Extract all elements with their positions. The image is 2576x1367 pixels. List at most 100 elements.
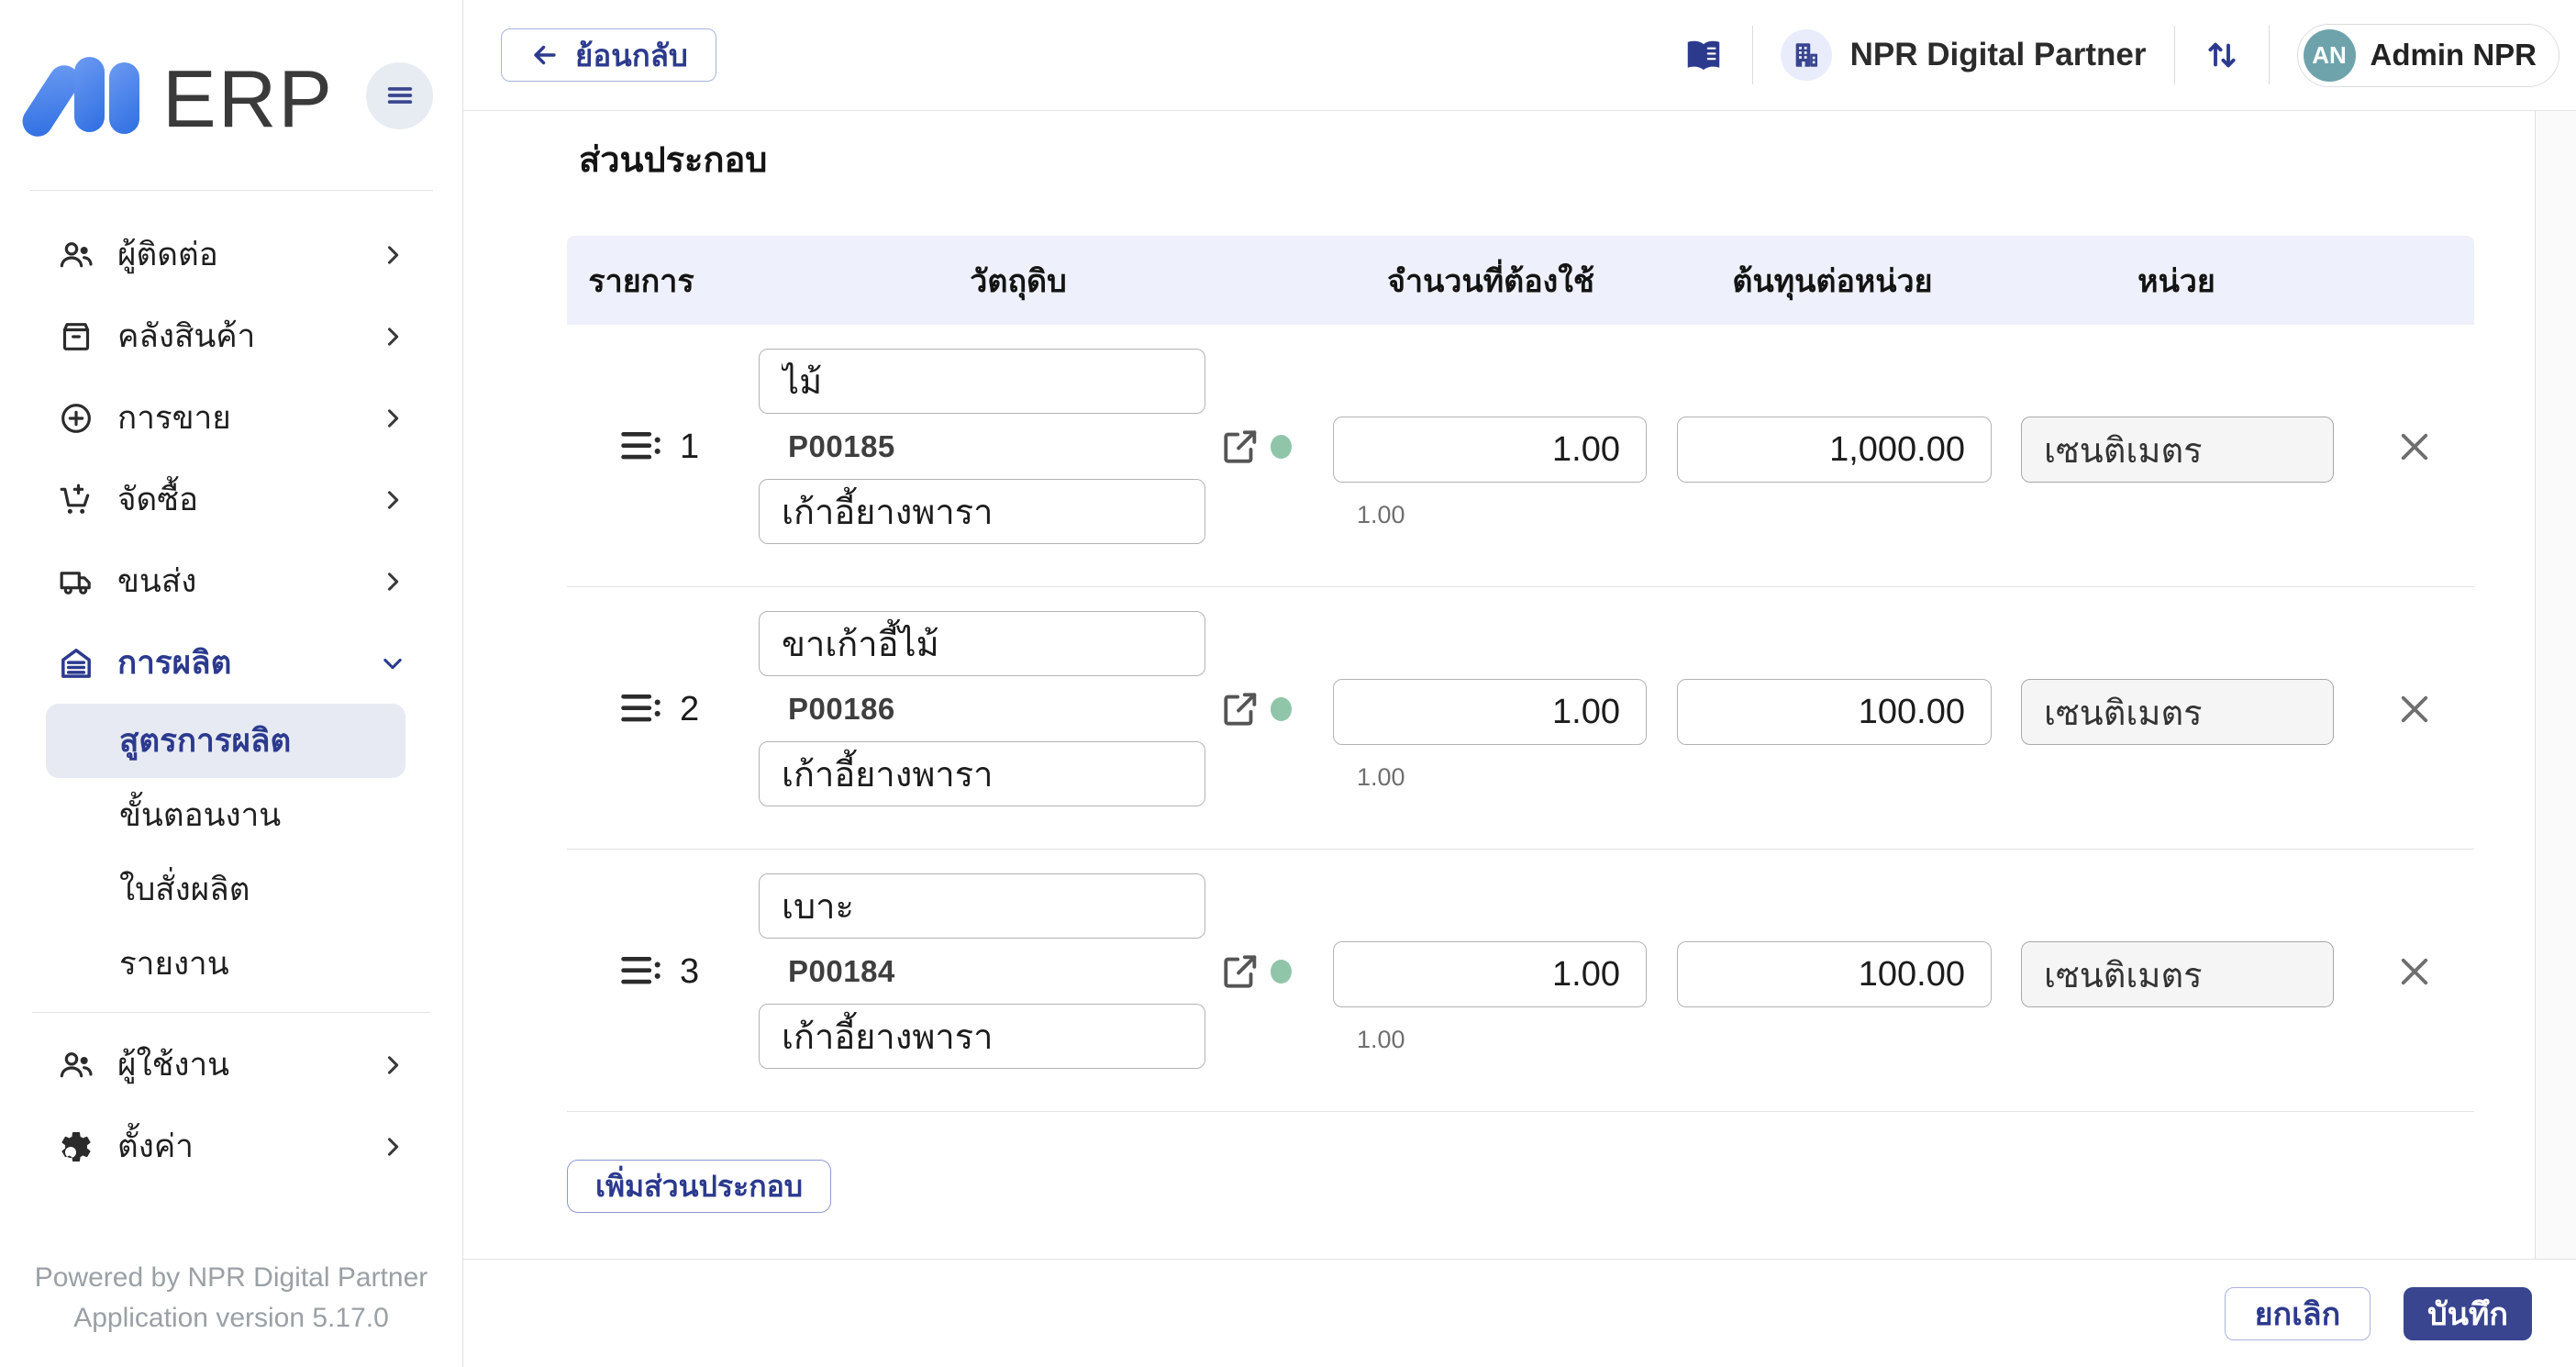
unit-cost-input[interactable] [1677,417,1992,483]
company-name: NPR Digital Partner [1849,37,2147,72]
shipping-truck-icon [58,563,94,600]
sidebar-nav: ผู้ติดต่อ คลังสินค้า การขาย จัดซื้อ ขนส่… [0,191,462,1187]
delete-row-button[interactable] [2395,686,2441,732]
table-header-row: รายการ วัตถุดิบ จำนวนที่ต้องใช้ ต้นทุนต่… [567,236,2474,325]
sidebar-item-purchasing[interactable]: จัดซื้อ [0,459,462,540]
divider [2268,26,2270,84]
chevron-right-icon [380,487,405,513]
add-component-button[interactable]: เพิ่มส่วนประกอบ [567,1160,832,1213]
sidebar-item-contacts[interactable]: ผู้ติดต่อ [0,214,462,295]
external-link-icon[interactable] [1219,950,1261,993]
chevron-right-icon [380,1052,405,1078]
quantity-input[interactable] [1333,679,1647,745]
chevron-right-icon [380,406,405,431]
divider [2173,26,2175,84]
sidebar-subitem-label: ขั้นตอนงาน [119,797,282,833]
back-button[interactable]: ย้อนกลับ [501,28,716,82]
close-icon [2395,690,2441,728]
unit-input [2021,679,2334,745]
material-name-input[interactable] [759,873,1205,939]
company-selector[interactable]: NPR Digital Partner [1780,29,2147,81]
quantity-input[interactable] [1333,941,1647,1007]
row-handle-cell: 2 [620,689,700,728]
close-icon [2395,428,2441,466]
sidebar-item-label: ผู้ใช้งาน [117,1047,230,1083]
documentation-book-icon[interactable] [1682,34,1725,76]
sidebar-item-users[interactable]: ผู้ใช้งาน [0,1024,462,1106]
divider [1751,26,1753,84]
delete-row-button[interactable] [2395,949,2441,995]
col-header-quantity: จำนวนที่ต้องใช้ [1387,263,1594,299]
factory-icon [58,645,94,682]
row-number: 2 [680,689,700,728]
sidebar-subitem-report[interactable]: รายงาน [46,927,405,1001]
contacts-people-icon [58,237,94,273]
sidebar-item-label: ตั้งค่า [117,1128,194,1164]
version-text: Application version 5.17.0 [73,1302,389,1333]
sidebar-item-label: จัดซื้อ [117,482,199,517]
user-name: Admin NPR [2370,38,2537,72]
chevron-right-icon [380,242,405,268]
quantity-input[interactable] [1333,417,1647,483]
scrollbar-gutter[interactable] [2535,111,2576,1259]
row-handle-cell: 3 [620,951,700,991]
sidebar-subitem-label: ใบสั่งผลิต [119,872,250,907]
drag-handle-icon[interactable] [620,429,662,464]
external-link-icon[interactable] [1219,688,1261,730]
sort-arrows-icon[interactable] [2203,36,2241,74]
unit-cost-input[interactable] [1677,941,1992,1007]
col-header-material: วัตถุดิบ [970,263,1067,299]
user-menu[interactable]: AN Admin NPR [2296,23,2559,87]
page-content: ส่วนประกอบ รายการ วัตถุดิบ จำนวนที่ต้องใ… [463,111,2576,1259]
menu-toggle-button[interactable] [366,61,433,129]
sidebar-item-label: คลังสินค้า [117,318,256,354]
status-dot [1271,960,1292,984]
powered-by-text: Powered by NPR Digital Partner [34,1262,428,1293]
chevron-right-icon [380,324,405,350]
sidebar-item-sales[interactable]: การขาย [0,377,462,459]
external-link-icon[interactable] [1219,426,1261,468]
table-row: 2 P00186 1.00 [567,587,2474,850]
sidebar-item-settings[interactable]: ตั้งค่า [0,1106,462,1187]
sidebar-item-production[interactable]: การผลิต [0,622,462,704]
sidebar-subitem-production-order[interactable]: ใบสั่งผลิต [46,852,405,927]
sidebar-item-inventory[interactable]: คลังสินค้า [0,295,462,377]
divider [30,190,433,191]
quantity-helper-text: 1.00 [1357,1026,1405,1053]
material-name-input[interactable] [759,611,1205,676]
product-name-input[interactable] [759,479,1205,544]
sidebar-subitem-label: สูตรการผลิต [119,723,292,759]
drag-handle-icon[interactable] [620,954,662,989]
col-header-unit: หน่วย [2137,263,2215,299]
table-row: 1 P00185 1.00 [567,325,2474,587]
drag-handle-icon[interactable] [620,692,662,727]
app-version-note: Powered by NPR Digital Partner Applicati… [0,1258,462,1338]
logo-m-icon [17,57,146,143]
sidebar-item-label: ขนส่ง [117,563,197,599]
chevron-right-icon [380,1134,405,1160]
sidebar-item-label: การผลิต [117,645,232,681]
quantity-helper-text: 1.00 [1357,501,1405,528]
purchase-cart-icon [58,482,94,518]
row-number: 3 [680,951,700,991]
save-button[interactable]: บันทึก [2404,1286,2532,1340]
cancel-button[interactable]: ยกเลิก [2224,1286,2371,1340]
sales-plus-circle-icon [58,400,94,437]
sidebar-item-label: การขาย [117,400,231,436]
delete-row-button[interactable] [2395,424,2441,470]
avatar: AN [2303,28,2356,82]
inventory-box-icon [58,318,94,355]
sidebar-subitem-bom[interactable]: สูตรการผลิต [46,704,405,778]
unit-cost-input[interactable] [1677,679,1992,745]
sidebar-item-shipping[interactable]: ขนส่ง [0,540,462,622]
material-name-input[interactable] [759,349,1205,414]
quantity-helper-text: 1.00 [1357,763,1405,791]
product-name-input[interactable] [759,1004,1205,1069]
sidebar-subitem-work-steps[interactable]: ขั้นตอนงาน [46,778,405,852]
status-dot [1271,435,1292,459]
app-root: ERP ผู้ติดต่อ คลังสินค้า การขาย จัดซื้อ … [0,0,2576,1367]
logo-text: ERP [162,53,334,145]
col-header-unit-cost: ต้นทุนต่อหน่วย [1732,263,1933,299]
product-name-input[interactable] [759,741,1205,806]
col-header-item: รายการ [588,263,694,299]
